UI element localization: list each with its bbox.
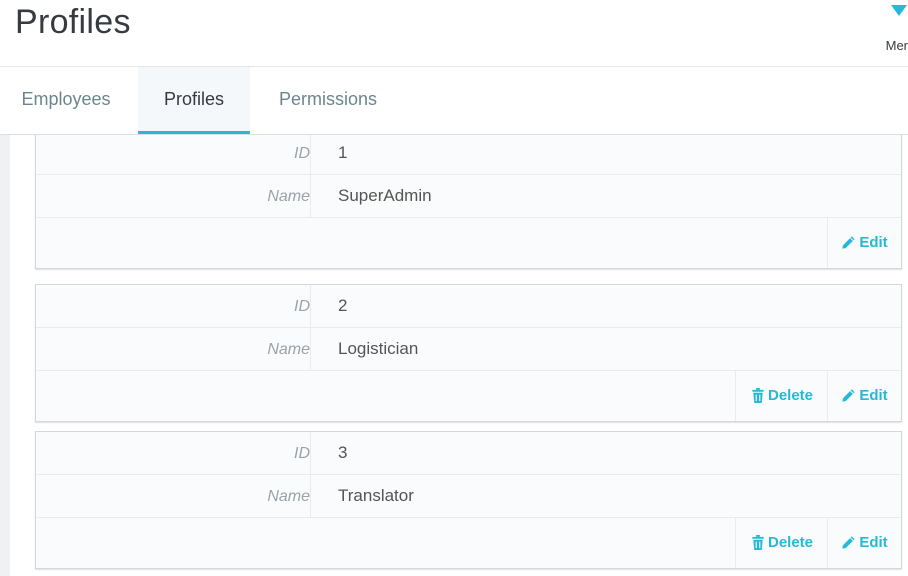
profiles-list: ID 1 Name SuperAdmin Edit ID 2 Name Logi… xyxy=(10,135,908,576)
edit-button[interactable]: Edit xyxy=(827,218,901,268)
tab-permissions[interactable]: Permissions xyxy=(256,67,400,134)
id-label: ID xyxy=(36,285,311,327)
trash-icon xyxy=(752,535,764,550)
name-label: Name xyxy=(36,475,311,517)
pencil-icon xyxy=(842,236,855,249)
id-value: 1 xyxy=(338,143,348,162)
id-value: 3 xyxy=(338,443,348,462)
pencil-icon xyxy=(842,389,855,402)
id-row: ID 2 xyxy=(36,285,901,328)
edit-button[interactable]: Edit xyxy=(827,518,901,568)
delete-button[interactable]: Delete xyxy=(735,371,828,421)
menu-toggle[interactable]: Mer xyxy=(878,0,908,60)
id-label: ID xyxy=(36,135,311,174)
menu-label: Mer xyxy=(885,38,908,53)
edit-label: Edit xyxy=(859,234,888,251)
tab-employees[interactable]: Employees xyxy=(0,67,132,134)
card-actions: Edit xyxy=(36,218,901,268)
name-value: Translator xyxy=(338,486,414,505)
id-row: ID 3 xyxy=(36,432,901,475)
profile-card: ID 3 Name Translator Delete Edit xyxy=(35,431,902,569)
id-value: 2 xyxy=(338,296,348,315)
delete-button[interactable]: Delete xyxy=(735,518,828,568)
profile-card: ID 1 Name SuperAdmin Edit xyxy=(35,135,902,269)
name-value: Logistician xyxy=(338,339,419,358)
name-value: SuperAdmin xyxy=(338,186,432,205)
page-header: Profiles Mer xyxy=(0,0,908,67)
pencil-icon xyxy=(842,536,855,549)
name-row: Name SuperAdmin xyxy=(36,175,901,218)
tab-bar: Employees Profiles Permissions xyxy=(0,67,908,135)
name-label: Name xyxy=(36,328,311,370)
edit-label: Edit xyxy=(859,534,888,551)
id-row: ID 1 xyxy=(36,135,901,175)
card-actions: Delete Edit xyxy=(36,371,901,421)
profile-card: ID 2 Name Logistician Delete Edit xyxy=(35,284,902,422)
trash-icon xyxy=(752,388,764,403)
name-label: Name xyxy=(36,175,311,217)
caret-down-icon xyxy=(891,5,907,16)
name-row: Name Logistician xyxy=(36,328,901,371)
edit-label: Edit xyxy=(859,387,888,404)
name-row: Name Translator xyxy=(36,475,901,518)
edit-button[interactable]: Edit xyxy=(827,371,901,421)
delete-label: Delete xyxy=(767,387,814,404)
delete-label: Delete xyxy=(767,534,814,551)
card-actions: Delete Edit xyxy=(36,518,901,568)
page-title: Profiles xyxy=(15,3,131,41)
id-label: ID xyxy=(36,432,311,474)
tab-profiles[interactable]: Profiles xyxy=(138,67,250,134)
content-area: ID 1 Name SuperAdmin Edit ID 2 Name Logi… xyxy=(0,135,908,576)
